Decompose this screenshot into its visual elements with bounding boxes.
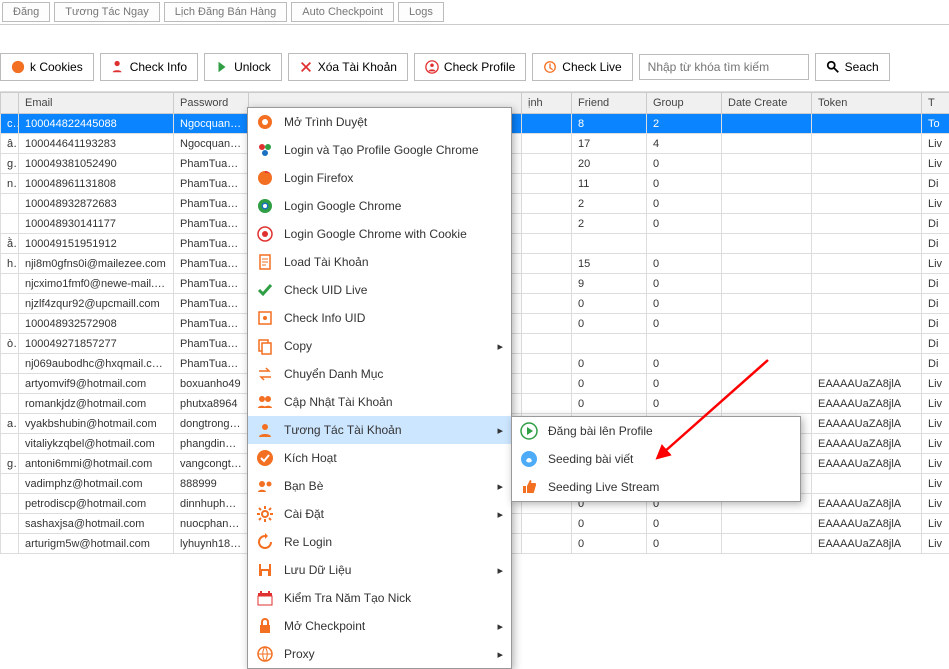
check-icon <box>256 281 274 299</box>
ctx-item-7[interactable]: Check Info UID <box>248 304 511 332</box>
search-button[interactable]: Seach <box>815 53 890 81</box>
context-menu[interactable]: Mở Trình Duyệt Login và Tạo Profile Googl… <box>247 107 512 669</box>
ctx-label: Copy <box>284 339 312 353</box>
chrome-orange-icon <box>256 113 274 131</box>
seed-icon <box>520 450 538 468</box>
ctx-item-12[interactable]: Kích Hoạt <box>248 444 511 472</box>
ctx-item-8[interactable]: Copy <box>248 332 511 360</box>
sub-item-0[interactable]: Đăng bài lên Profile <box>512 417 800 445</box>
thumb-icon <box>520 478 538 496</box>
tab-0[interactable]: Đăng <box>2 2 50 22</box>
submenu[interactable]: Đăng bài lên Profile Seeding bài viết Seed… <box>511 416 801 502</box>
ctx-label: Check UID Live <box>284 283 367 297</box>
ctx-label: Re Login <box>284 535 332 549</box>
save-icon <box>256 561 274 579</box>
tab-4[interactable]: Logs <box>398 2 444 22</box>
transfer-icon <box>256 365 274 383</box>
ctx-item-9[interactable]: Chuyển Danh Mục <box>248 360 511 388</box>
ctx-label: Chuyển Danh Mục <box>284 367 383 381</box>
delete-account-button[interactable]: Xóa Tài Khoản <box>288 53 408 81</box>
cookies-button[interactable]: k Cookies <box>0 53 94 81</box>
top-tabs: ĐăngTương Tác NgayLịch Đăng Bán HàngAuto… <box>0 0 949 25</box>
proxy-icon <box>256 645 274 663</box>
ctx-label: Cài Đặt <box>284 507 324 521</box>
ctx-item-5[interactable]: Load Tài Khoản <box>248 248 511 276</box>
ctx-label: Mở Trình Duyệt <box>284 115 367 129</box>
ctx-label: Login và Tạo Profile Google Chrome <box>284 143 479 157</box>
ctx-item-15[interactable]: Re Login <box>248 528 511 556</box>
ctx-item-6[interactable]: Check UID Live <box>248 276 511 304</box>
ctx-item-1[interactable]: Login và Tạo Profile Google Chrome <box>248 136 511 164</box>
checkinfo-button[interactable]: Check Info <box>100 53 198 81</box>
ctx-item-19[interactable]: Proxy <box>248 640 511 668</box>
col-tinh[interactable]: ịnh <box>522 93 572 114</box>
ctx-label: Load Tài Khoản <box>284 255 369 269</box>
ctx-label: Mở Checkpoint <box>284 619 365 633</box>
sub-item-2[interactable]: Seeding Live Stream <box>512 473 800 501</box>
unlock-button[interactable]: Unlock <box>204 53 282 81</box>
sub-label: Đăng bài lên Profile <box>548 424 653 438</box>
firefox-icon <box>256 169 274 187</box>
ctx-item-2[interactable]: Login Firefox <box>248 164 511 192</box>
ctx-item-4[interactable]: Login Google Chrome with Cookie <box>248 220 511 248</box>
cookie-icon <box>256 225 274 243</box>
ctx-label: Proxy <box>284 647 315 661</box>
colors-icon <box>256 141 274 159</box>
calendar-icon <box>256 589 274 607</box>
ctx-label: Kích Hoạt <box>284 451 337 465</box>
tab-1[interactable]: Tương Tác Ngay <box>54 2 159 22</box>
ctx-label: Login Google Chrome with Cookie <box>284 227 467 241</box>
ctx-item-0[interactable]: Mở Trình Duyệt <box>248 108 511 136</box>
gear-icon <box>256 505 274 523</box>
sub-label: Seeding bài viết <box>548 452 633 466</box>
check-orange-icon <box>256 449 274 467</box>
col-datecreate[interactable]: Date Create <box>722 93 812 114</box>
ctx-label: Tương Tác Tài Khoản <box>284 423 402 437</box>
copy-icon <box>256 337 274 355</box>
sub-label: Seeding Live Stream <box>548 480 659 494</box>
ctx-item-14[interactable]: Cài Đặt <box>248 500 511 528</box>
ctx-item-3[interactable]: Login Google Chrome <box>248 192 511 220</box>
search-input[interactable] <box>639 54 809 80</box>
info-icon <box>256 309 274 327</box>
col-token[interactable]: Token <box>812 93 922 114</box>
tab-2[interactable]: Lịch Đăng Bán Hàng <box>164 2 288 22</box>
friends-icon <box>256 477 274 495</box>
ctx-label: Cập Nhật Tài Khoản <box>284 395 393 409</box>
col-group[interactable]: Group <box>647 93 722 114</box>
ctx-label: Login Google Chrome <box>284 199 401 213</box>
col-t[interactable]: T <box>922 93 949 114</box>
ctx-item-16[interactable]: Lưu Dữ Liệu <box>248 556 511 584</box>
col-password[interactable]: Password <box>174 93 249 114</box>
tab-3[interactable]: Auto Checkpoint <box>291 2 394 22</box>
play-icon <box>520 422 538 440</box>
check-profile-button[interactable]: Check Profile <box>414 53 526 81</box>
ctx-item-10[interactable]: Cập Nhật Tài Khoản <box>248 388 511 416</box>
lock-icon <box>256 617 274 635</box>
ctx-label: Login Firefox <box>284 171 353 185</box>
ctx-label: Check Info UID <box>284 311 365 325</box>
doc-icon <box>256 253 274 271</box>
ctx-label: Bạn Bè <box>284 479 323 493</box>
toolbar: k Cookies Check Info Unlock Xóa Tài Khoả… <box>0 43 949 92</box>
col-idx[interactable] <box>1 93 19 114</box>
sub-item-1[interactable]: Seeding bài viết <box>512 445 800 473</box>
ctx-item-11[interactable]: Tương Tác Tài KhoảnĐăng bài lên ProfileS… <box>248 416 511 444</box>
ctx-item-17[interactable]: Kiểm Tra Năm Tạo Nick <box>248 584 511 612</box>
relogin-icon <box>256 533 274 551</box>
ctx-label: Lưu Dữ Liệu <box>284 563 351 577</box>
chrome-icon <box>256 197 274 215</box>
col-friend[interactable]: Friend <box>572 93 647 114</box>
ctx-item-13[interactable]: Bạn Bè <box>248 472 511 500</box>
person-orange-icon <box>256 421 274 439</box>
check-live-button[interactable]: Check Live <box>532 53 632 81</box>
col-email[interactable]: Email <box>19 93 174 114</box>
ctx-label: Kiểm Tra Năm Tạo Nick <box>284 591 411 605</box>
people-icon <box>256 393 274 411</box>
ctx-item-18[interactable]: Mở Checkpoint <box>248 612 511 640</box>
